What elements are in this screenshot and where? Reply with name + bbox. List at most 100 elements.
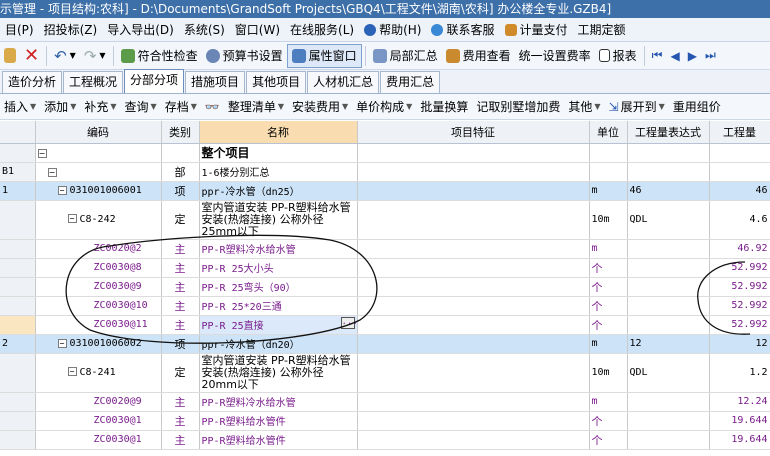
feature-cell[interactable] bbox=[357, 315, 590, 335]
quantity-cell[interactable]: 52.992 bbox=[709, 315, 770, 335]
code-cell[interactable]: −031001006001 bbox=[35, 181, 162, 201]
code-cell[interactable]: ZC0030@1 bbox=[35, 430, 162, 450]
unit-cell[interactable]: 10m bbox=[589, 353, 628, 393]
column-header-name[interactable]: 名称 bbox=[199, 121, 358, 144]
expression-cell[interactable] bbox=[627, 143, 710, 163]
name-cell[interactable]: ppr-冷水管（dn25） bbox=[199, 181, 358, 201]
type-cell[interactable]: 定 bbox=[161, 200, 200, 240]
last-page-button[interactable]: ⏭ bbox=[701, 44, 720, 68]
code-cell[interactable]: − C8-241 bbox=[35, 353, 162, 393]
name-cell[interactable]: 整个项目 bbox=[199, 143, 358, 163]
feature-cell[interactable] bbox=[357, 334, 590, 354]
code-cell[interactable]: ZC0020@9 bbox=[35, 392, 162, 412]
expression-cell[interactable]: 12 bbox=[627, 334, 710, 354]
table-row[interactable]: 2 −031001006002 项 ppr-冷水管（dn20） m 12 12 bbox=[0, 334, 770, 354]
feature-cell[interactable] bbox=[357, 200, 590, 240]
feature-cell[interactable] bbox=[357, 162, 590, 182]
column-header-expression[interactable]: 工程量表达式 bbox=[627, 121, 710, 144]
collapse-toggle-icon[interactable]: − bbox=[57, 185, 67, 195]
budget-settings-button[interactable]: 预算书设置 bbox=[202, 44, 287, 68]
table-row[interactable]: ZC0030@9 主 PP-R 25弯头（90） 个 52.992 bbox=[0, 277, 770, 297]
unit-cell[interactable]: m bbox=[589, 239, 628, 259]
code-cell[interactable]: ZC0030@8 bbox=[35, 258, 162, 278]
archive-button[interactable]: 存档 ▼ bbox=[161, 98, 201, 115]
column-header-feature[interactable]: 项目特征 bbox=[357, 121, 590, 144]
supplement-button[interactable]: 补充 ▼ bbox=[80, 98, 120, 115]
local-summary-button[interactable]: 局部汇总 bbox=[369, 44, 442, 68]
villa-fee-button[interactable]: 记取别墅增加费 bbox=[472, 98, 564, 115]
expression-cell[interactable] bbox=[627, 258, 710, 278]
collapse-toggle-icon[interactable]: − bbox=[47, 167, 57, 177]
table-row[interactable]: B1 − 部 1-6楼分别汇总 bbox=[0, 162, 770, 182]
menu-project[interactable]: 目(P) bbox=[0, 18, 39, 41]
quantity-cell[interactable]: 52.992 bbox=[709, 258, 770, 278]
insert-button[interactable]: 插入 ▼ bbox=[0, 98, 40, 115]
quantity-cell[interactable]: 12.24 bbox=[709, 392, 770, 412]
type-cell[interactable]: 部 bbox=[161, 162, 200, 182]
code-cell[interactable]: ZC0030@1 bbox=[35, 411, 162, 431]
code-cell[interactable]: − C8-242 bbox=[35, 200, 162, 240]
batch-convert-button[interactable]: 批量换算 bbox=[416, 98, 472, 115]
code-cell[interactable]: ZC0030@9 bbox=[35, 277, 162, 297]
collapse-toggle-icon[interactable]: − bbox=[57, 338, 67, 348]
find-button[interactable]: 👓 bbox=[201, 100, 224, 114]
name-cell[interactable]: ppr-冷水管（dn20） bbox=[199, 334, 358, 354]
type-cell[interactable]: 主 bbox=[161, 315, 200, 335]
menu-online-service[interactable]: 在线服务(L) bbox=[285, 18, 359, 41]
organize-list-button[interactable]: 整理清单 ▼ bbox=[224, 98, 288, 115]
fee-view-button[interactable]: 费用查看 bbox=[442, 44, 515, 68]
ellipsis-button[interactable]: ... bbox=[340, 317, 356, 329]
name-cell[interactable]: 室内管道安装 PP-R塑料给水管安装(热熔连接) 公称外径20mm以下 bbox=[199, 353, 358, 393]
column-header-type[interactable]: 类别 bbox=[161, 121, 200, 144]
quantity-cell[interactable]: 19.644 bbox=[709, 430, 770, 450]
menu-import-export[interactable]: 导入导出(D) bbox=[102, 18, 179, 41]
expression-cell[interactable] bbox=[627, 239, 710, 259]
code-cell[interactable]: ZC0020@2 bbox=[35, 239, 162, 259]
unit-cell[interactable]: 10m bbox=[589, 200, 628, 240]
expression-cell[interactable] bbox=[627, 162, 710, 182]
expression-cell[interactable]: QDL bbox=[627, 200, 710, 240]
type-cell[interactable]: 主 bbox=[161, 392, 200, 412]
type-cell[interactable]: 定 bbox=[161, 353, 200, 393]
table-row[interactable]: ZC0020@9 主 PP-R塑料冷水给水管 m 12.24 bbox=[0, 392, 770, 412]
unit-cell[interactable]: 个 bbox=[589, 296, 628, 316]
quantity-cell[interactable] bbox=[709, 162, 770, 182]
expand-to-button[interactable]: ⇲ 展开到 ▼ bbox=[605, 98, 669, 115]
tab-labor-materials[interactable]: 人材机汇总 bbox=[307, 71, 380, 93]
quantity-cell[interactable]: 46 bbox=[709, 181, 770, 201]
code-cell[interactable]: ZC0030@10 bbox=[35, 296, 162, 316]
feature-cell[interactable] bbox=[357, 181, 590, 201]
column-header-code[interactable]: 编码 bbox=[35, 121, 162, 144]
unit-cell[interactable]: 个 bbox=[589, 315, 628, 335]
feature-cell[interactable] bbox=[357, 258, 590, 278]
name-cell[interactable]: 室内管道安装 PP-R塑料给水管安装(热熔连接) 公称外径25mm以下 bbox=[199, 200, 358, 240]
collapse-toggle-icon[interactable]: − bbox=[37, 148, 47, 158]
name-cell[interactable]: PP-R塑料冷水给水管 bbox=[199, 392, 358, 412]
name-cell[interactable]: PP-R 25*20三通 bbox=[199, 296, 358, 316]
expression-cell[interactable]: QDL bbox=[627, 353, 710, 393]
unit-cell[interactable]: 个 bbox=[589, 411, 628, 431]
expression-cell[interactable] bbox=[627, 430, 710, 450]
install-fee-button[interactable]: 安装费用 ▼ bbox=[288, 98, 352, 115]
expression-cell[interactable] bbox=[627, 315, 710, 335]
name-cell[interactable]: PP-R塑料给水管件 bbox=[199, 411, 358, 431]
expression-cell[interactable] bbox=[627, 411, 710, 431]
redo-button[interactable]: ↷ ▼ bbox=[80, 44, 110, 68]
prev-page-button[interactable]: ◀ bbox=[666, 44, 683, 68]
type-cell[interactable]: 主 bbox=[161, 239, 200, 259]
type-cell[interactable] bbox=[161, 143, 200, 163]
tab-sub-items[interactable]: 分部分项 bbox=[124, 69, 185, 93]
menu-bidding[interactable]: 招投标(Z) bbox=[39, 18, 103, 41]
name-cell[interactable]: PP-R 25直接... bbox=[199, 315, 358, 335]
expression-cell[interactable] bbox=[627, 277, 710, 297]
tab-cost-analysis[interactable]: 造价分析 bbox=[2, 71, 63, 93]
compliance-check-button[interactable]: 符合性检查 bbox=[117, 44, 202, 68]
quantity-cell[interactable]: 4.6 bbox=[709, 200, 770, 240]
next-page-button[interactable]: ▶ bbox=[684, 44, 701, 68]
unit-cell[interactable]: 个 bbox=[589, 277, 628, 297]
code-cell[interactable]: − bbox=[35, 162, 162, 182]
undo-button[interactable]: ↶ ▼ bbox=[50, 44, 80, 68]
table-row[interactable]: 1 −031001006001 项 ppr-冷水管（dn25） m 46 46 bbox=[0, 181, 770, 201]
attribute-window-button[interactable]: 属性窗口 bbox=[286, 43, 362, 68]
feature-cell[interactable] bbox=[357, 143, 590, 163]
